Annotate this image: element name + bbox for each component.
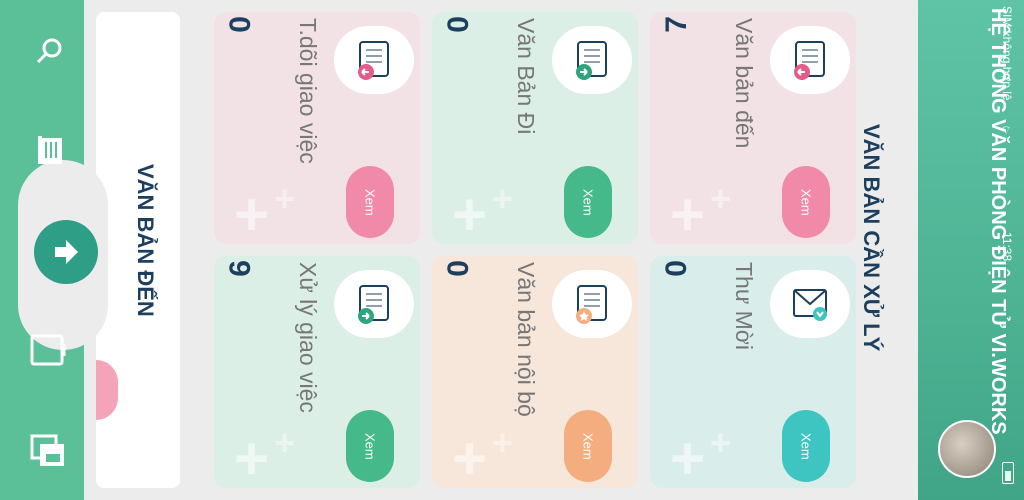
plus-decoration-icon: + — [452, 425, 488, 488]
view-button[interactable]: Xem — [782, 410, 830, 482]
card-count: 7 — [660, 16, 693, 33]
card-thu-moi[interactable]: + + Thư Mời 0 Xem — [650, 256, 856, 488]
view-button[interactable]: Xem — [346, 166, 394, 238]
view-button[interactable]: Xem — [346, 410, 394, 482]
card-van-ban-noi-bo[interactable]: + + Văn bản nội bộ 0 Xem — [432, 256, 638, 488]
card-count: 6 — [224, 260, 257, 277]
sim-status: SIM không hợp lệ — [1000, 6, 1014, 101]
plus-decoration-icon: + — [670, 425, 706, 488]
document-incoming-icon — [770, 26, 850, 94]
card-xu-ly-giao-viec[interactable]: + + Xử lý giao việc 6 Xem — [214, 256, 420, 488]
avatar[interactable] — [938, 420, 996, 478]
tablet-icon[interactable] — [28, 332, 68, 373]
plus-decoration-icon: + — [710, 422, 732, 463]
document-internal-icon — [552, 270, 632, 338]
plus-decoration-icon: + — [452, 181, 488, 244]
document-task-icon — [334, 270, 414, 338]
document-outgoing-icon — [552, 26, 632, 94]
document-track-icon — [334, 26, 414, 94]
section-title: VĂN BẢN CẦN XỬ LÝ — [859, 124, 884, 352]
search-icon[interactable] — [34, 36, 66, 73]
card-label: Xử lý giao việc — [295, 262, 321, 413]
card-label: Văn bản nội bộ — [513, 262, 539, 417]
card-label: Văn Bản Đi — [513, 18, 539, 135]
wifi-icon: ⌔ — [999, 124, 1013, 136]
panel-title: VĂN BẢN ĐẾN — [133, 164, 158, 317]
card-count: 0 — [442, 16, 475, 33]
card-theo-doi-giao-viec[interactable]: + + T.dõi giao việc 0 Xem — [214, 12, 420, 244]
card-label: Thư Mời — [731, 262, 757, 350]
plus-decoration-icon: + — [710, 178, 732, 219]
document-list-icon[interactable] — [34, 132, 66, 171]
plus-decoration-icon: + — [670, 181, 706, 244]
plus-decoration-icon: + — [274, 178, 296, 219]
card-count: 0 — [224, 16, 257, 33]
envelope-icon — [770, 270, 850, 338]
plus-decoration-icon: + — [492, 422, 514, 463]
windows-icon[interactable] — [28, 432, 68, 473]
view-button[interactable]: Xem — [564, 166, 612, 238]
clock: 11:38 — [1000, 232, 1014, 262]
card-van-ban-den[interactable]: + + Văn bản đến 7 Xem — [650, 12, 856, 244]
card-label: T.dõi giao việc — [295, 18, 321, 164]
plus-decoration-icon: + — [234, 425, 270, 488]
card-van-ban-di[interactable]: + + Văn Bản Đi 0 Xem — [432, 12, 638, 244]
plus-decoration-icon: + — [234, 181, 270, 244]
battery-icon — [1002, 462, 1014, 484]
card-label: Văn bản đến — [731, 18, 757, 149]
plus-decoration-icon: + — [492, 178, 514, 219]
incoming-arrow-icon[interactable] — [34, 220, 98, 284]
card-count: 0 — [660, 260, 693, 277]
view-button[interactable]: Xem — [564, 410, 612, 482]
plus-decoration-icon: + — [274, 422, 296, 463]
card-count: 0 — [442, 260, 475, 277]
view-button[interactable]: Xem — [782, 166, 830, 238]
